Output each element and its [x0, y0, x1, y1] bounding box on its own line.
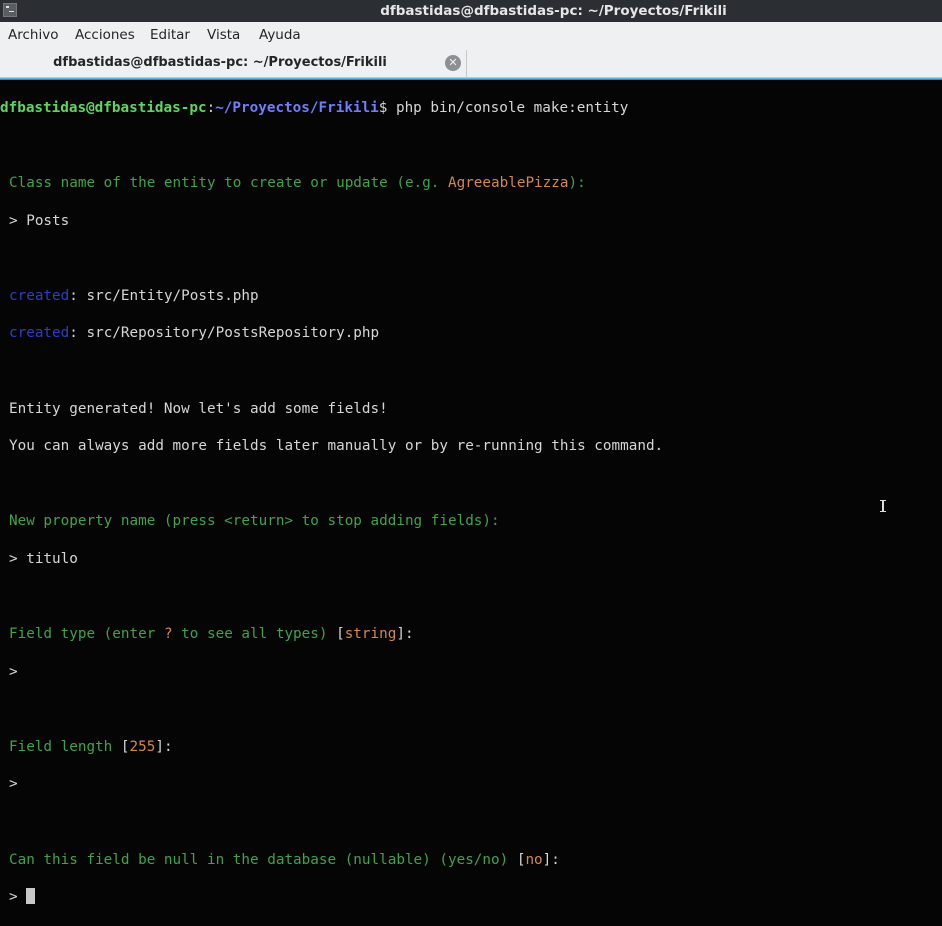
mouse-ibeam-cursor-icon	[880, 500, 886, 512]
question-class-name: Class name of the entity to create or up…	[0, 174, 942, 193]
answer-field-type: >	[9, 663, 18, 680]
info-message: Entity generated! Now let's add some fie…	[9, 400, 388, 417]
created-file-path: : src/Entity/Posts.php	[69, 287, 259, 304]
answer-class-name: > Posts	[9, 212, 70, 229]
command-text: php bin/console make:entity	[387, 99, 629, 116]
window-title: dfbastidas@dfbastidas-pc: ~/Proyectos/Fr…	[380, 3, 727, 19]
prompt-path: ~/Proyectos/Frikili	[215, 99, 379, 116]
question-field-type: Field type (enter ? to see all types) [s…	[0, 625, 942, 644]
colon: :	[404, 626, 414, 643]
menu-vista[interactable]: Vista	[207, 27, 240, 43]
bracket: ]	[155, 738, 164, 755]
input-prompt: >	[9, 889, 27, 906]
help-key: ?	[163, 626, 173, 643]
question-text: Can this field be null in the database (…	[9, 851, 517, 868]
answer-property-name: > titulo	[9, 550, 78, 567]
tab-terminal-session[interactable]: dfbastidas@dfbastidas-pc: ~/Proyectos/Fr…	[0, 50, 467, 77]
colon: :	[163, 738, 173, 755]
default-value: 255	[129, 738, 156, 755]
answer-field-length: >	[9, 776, 18, 793]
created-label: created	[9, 325, 70, 342]
bracket: [	[336, 626, 345, 643]
window-titlebar: dfbastidas@dfbastidas-pc: ~/Proyectos/Fr…	[0, 0, 942, 22]
menu-acciones[interactable]: Acciones	[75, 27, 135, 43]
tab-bar: dfbastidas@dfbastidas-pc: ~/Proyectos/Fr…	[0, 50, 942, 77]
menu-editar[interactable]: Editar	[150, 27, 190, 43]
prompt-separator: :	[206, 99, 216, 116]
menu-archivo[interactable]: Archivo	[8, 27, 58, 43]
command-line: dfbastidas@dfbastidas-pc:~/Proyectos/Fri…	[0, 99, 942, 118]
prompt-user: dfbastidas@dfbastidas-pc	[0, 99, 207, 116]
question-property-name: New property name (press <return> to sto…	[9, 513, 500, 530]
menu-ayuda[interactable]: Ayuda	[259, 27, 301, 43]
tab-label: dfbastidas@dfbastidas-pc: ~/Proyectos/Fr…	[53, 55, 387, 70]
info-message: You can always add more fields later man…	[9, 438, 664, 455]
created-file-path: : src/Repository/PostsRepository.php	[69, 325, 380, 342]
example-value: AgreeablePizza	[447, 174, 569, 191]
terminal-output[interactable]: dfbastidas@dfbastidas-pc:~/Proyectos/Fri…	[0, 80, 942, 905]
bracket: [	[516, 851, 526, 868]
menu-bar: Archivo Acciones Editar Vista Ayuda	[0, 22, 942, 50]
question-nullable: Can this field be null in the database (…	[0, 851, 942, 870]
default-value: no	[525, 851, 543, 868]
question-text: Class name of the entity to create or up…	[9, 174, 448, 191]
bracket: ]	[396, 626, 405, 643]
default-value: string	[344, 626, 397, 643]
input-line[interactable]: >	[0, 888, 942, 907]
bracket: [	[120, 738, 130, 755]
colon: :	[551, 851, 560, 868]
created-file-line: created: src/Entity/Posts.php	[0, 287, 942, 306]
question-text: to see all types)	[172, 626, 337, 643]
question-text: Field length	[9, 738, 121, 755]
question-text: Field type (enter	[9, 626, 164, 643]
question-field-length: Field length [255]:	[0, 738, 942, 757]
created-file-line: created: src/Repository/PostsRepository.…	[0, 324, 942, 343]
question-end: ):	[568, 174, 586, 191]
text-cursor	[26, 888, 36, 905]
bracket: ]	[542, 851, 552, 868]
close-icon[interactable]: ✕	[445, 55, 461, 71]
created-label: created	[9, 287, 70, 304]
